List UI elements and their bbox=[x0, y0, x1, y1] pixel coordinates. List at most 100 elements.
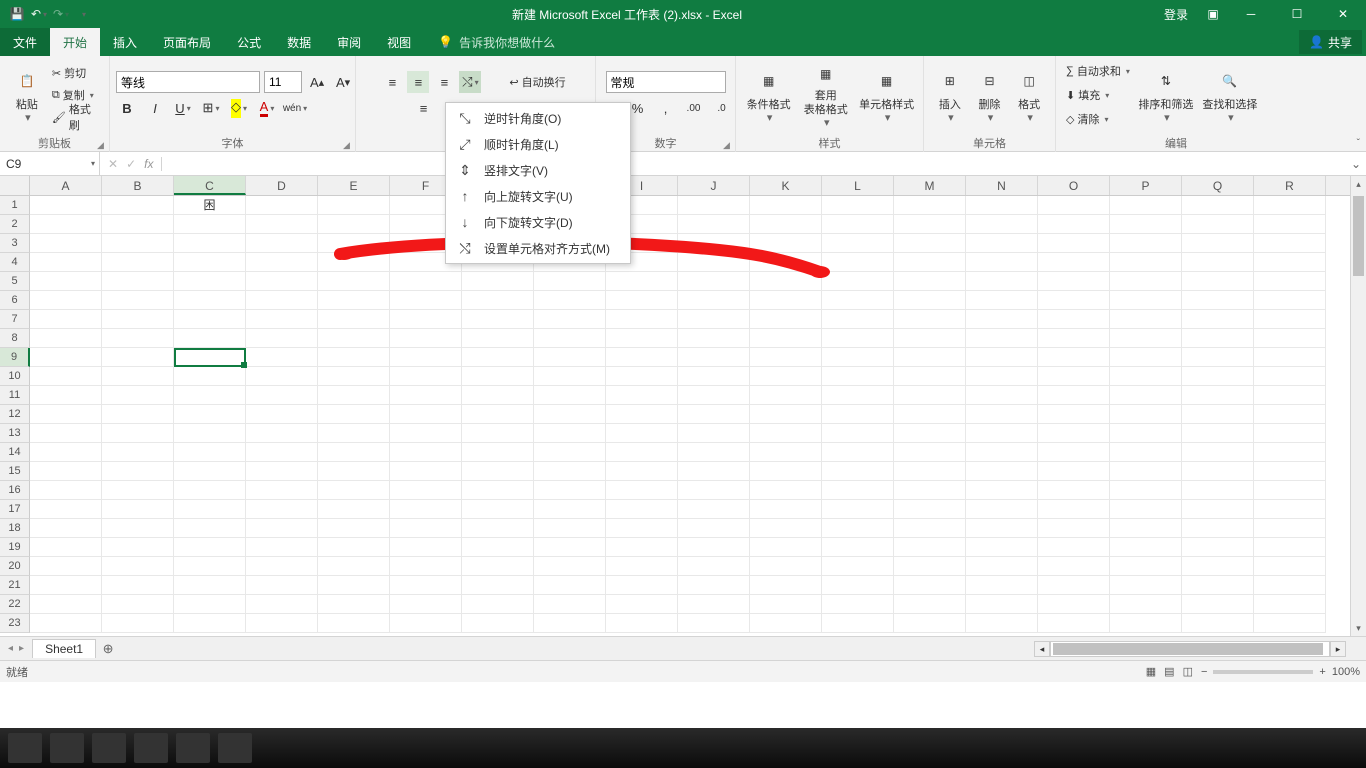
cell[interactable] bbox=[1182, 329, 1254, 348]
cell[interactable] bbox=[1038, 519, 1110, 538]
cell[interactable] bbox=[462, 272, 534, 291]
cell[interactable] bbox=[102, 405, 174, 424]
tab-home[interactable]: 开始 bbox=[50, 28, 100, 56]
cell[interactable] bbox=[1254, 310, 1326, 329]
enter-icon[interactable]: ✓ bbox=[126, 157, 136, 171]
row-header[interactable]: 16 bbox=[0, 481, 30, 500]
cell[interactable] bbox=[606, 272, 678, 291]
column-header[interactable]: R bbox=[1254, 176, 1326, 195]
cell[interactable] bbox=[1110, 367, 1182, 386]
cell[interactable] bbox=[318, 367, 390, 386]
taskbar-item[interactable] bbox=[92, 733, 126, 763]
cell[interactable] bbox=[822, 253, 894, 272]
cell[interactable] bbox=[102, 576, 174, 595]
insert-cells-button[interactable]: ⊞插入▾ bbox=[930, 60, 970, 130]
cell[interactable] bbox=[750, 614, 822, 633]
comma-icon[interactable]: , bbox=[655, 97, 677, 119]
underline-button[interactable]: U▾ bbox=[172, 97, 194, 119]
cell[interactable] bbox=[750, 481, 822, 500]
increase-decimal-icon[interactable]: .00 bbox=[683, 97, 705, 119]
cell[interactable] bbox=[750, 215, 822, 234]
cell[interactable] bbox=[390, 405, 462, 424]
find-select-button[interactable]: 🔍查找和选择▾ bbox=[1198, 60, 1262, 130]
cell[interactable] bbox=[462, 595, 534, 614]
cell[interactable] bbox=[30, 519, 102, 538]
cell[interactable] bbox=[390, 595, 462, 614]
cell[interactable] bbox=[750, 576, 822, 595]
font-size-select[interactable] bbox=[264, 71, 302, 93]
cell[interactable] bbox=[750, 462, 822, 481]
cell[interactable] bbox=[966, 367, 1038, 386]
cell[interactable] bbox=[822, 215, 894, 234]
cell[interactable] bbox=[1038, 405, 1110, 424]
select-all-corner[interactable] bbox=[0, 176, 30, 195]
cell[interactable] bbox=[678, 576, 750, 595]
cell[interactable] bbox=[1254, 367, 1326, 386]
cell[interactable] bbox=[894, 405, 966, 424]
cell[interactable] bbox=[102, 291, 174, 310]
cell[interactable] bbox=[318, 234, 390, 253]
taskbar-item[interactable] bbox=[8, 733, 42, 763]
cell[interactable] bbox=[390, 443, 462, 462]
cell[interactable] bbox=[30, 234, 102, 253]
cell[interactable] bbox=[318, 443, 390, 462]
cell[interactable] bbox=[894, 196, 966, 215]
cell[interactable] bbox=[1038, 500, 1110, 519]
menu-cw[interactable]: ⤢顺时针角度(L) bbox=[446, 131, 630, 157]
cell[interactable] bbox=[1038, 215, 1110, 234]
cell[interactable] bbox=[822, 557, 894, 576]
cell[interactable] bbox=[174, 348, 246, 367]
cell[interactable] bbox=[678, 348, 750, 367]
cell[interactable] bbox=[1038, 424, 1110, 443]
cell[interactable] bbox=[894, 614, 966, 633]
cell[interactable] bbox=[246, 196, 318, 215]
cell[interactable] bbox=[822, 614, 894, 633]
cell[interactable] bbox=[678, 367, 750, 386]
row-header[interactable]: 18 bbox=[0, 519, 30, 538]
row-header[interactable]: 9 bbox=[0, 348, 30, 367]
cell[interactable] bbox=[534, 519, 606, 538]
row-header[interactable]: 4 bbox=[0, 253, 30, 272]
row-header[interactable]: 5 bbox=[0, 272, 30, 291]
cell[interactable] bbox=[174, 253, 246, 272]
cell[interactable] bbox=[462, 500, 534, 519]
cell[interactable] bbox=[678, 481, 750, 500]
cell[interactable] bbox=[1110, 405, 1182, 424]
cell[interactable] bbox=[1110, 234, 1182, 253]
cell[interactable] bbox=[1038, 234, 1110, 253]
cell[interactable] bbox=[1110, 291, 1182, 310]
scroll-up-icon[interactable]: ▴ bbox=[1351, 176, 1366, 192]
normal-view-icon[interactable]: ▦ bbox=[1146, 665, 1156, 678]
cell[interactable] bbox=[174, 595, 246, 614]
cell[interactable] bbox=[30, 348, 102, 367]
cell[interactable] bbox=[750, 329, 822, 348]
cell[interactable] bbox=[1110, 329, 1182, 348]
cell[interactable] bbox=[318, 576, 390, 595]
cell[interactable] bbox=[1110, 215, 1182, 234]
cell[interactable] bbox=[102, 595, 174, 614]
cell[interactable] bbox=[894, 576, 966, 595]
tab-file[interactable]: 文件 bbox=[0, 28, 50, 56]
cell[interactable] bbox=[534, 405, 606, 424]
cancel-icon[interactable]: ✕ bbox=[108, 157, 118, 171]
cell[interactable] bbox=[678, 500, 750, 519]
cell[interactable] bbox=[318, 348, 390, 367]
cell[interactable] bbox=[174, 519, 246, 538]
cell[interactable] bbox=[606, 519, 678, 538]
cell[interactable] bbox=[534, 481, 606, 500]
cell[interactable] bbox=[894, 500, 966, 519]
cell[interactable] bbox=[174, 310, 246, 329]
cell[interactable] bbox=[894, 291, 966, 310]
row-header[interactable]: 2 bbox=[0, 215, 30, 234]
fill-color-button[interactable]: ◇▾ bbox=[228, 97, 250, 119]
cell[interactable] bbox=[1110, 500, 1182, 519]
cell[interactable] bbox=[246, 405, 318, 424]
cell[interactable] bbox=[462, 614, 534, 633]
cell[interactable] bbox=[174, 557, 246, 576]
cell[interactable] bbox=[606, 329, 678, 348]
cell[interactable] bbox=[1038, 557, 1110, 576]
cell[interactable] bbox=[606, 424, 678, 443]
cell[interactable] bbox=[750, 196, 822, 215]
cell[interactable] bbox=[1254, 500, 1326, 519]
cell[interactable] bbox=[1182, 405, 1254, 424]
